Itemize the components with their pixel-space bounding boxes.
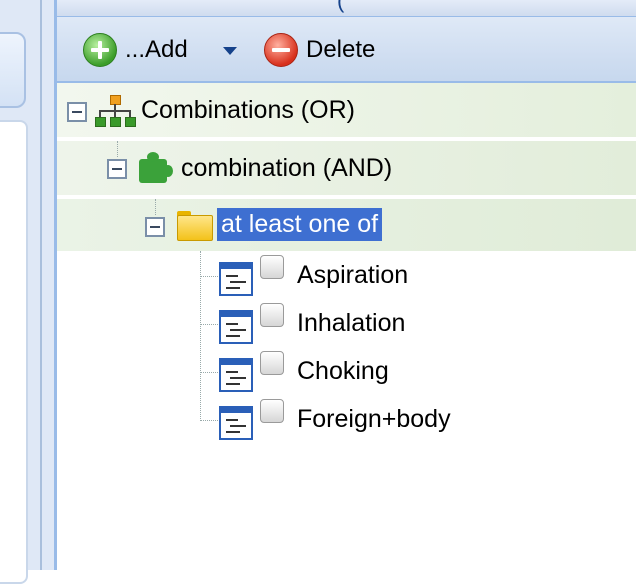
add-icon: [83, 33, 117, 67]
item-label: Inhalation: [297, 309, 406, 337]
list-item[interactable]: Aspiration: [57, 253, 636, 301]
add-button[interactable]: ...Add: [83, 33, 188, 67]
toolbar: ...Add Delete: [57, 17, 636, 83]
tree-node-group-label: at least one of: [217, 208, 383, 241]
left-panel: [0, 0, 42, 584]
item-checkbox[interactable]: [260, 399, 284, 423]
left-panel-tab[interactable]: [0, 32, 26, 108]
panel-header: (: [57, 0, 636, 17]
delete-icon: [264, 33, 298, 67]
item-label: Aspiration: [297, 261, 409, 289]
tree-node-group[interactable]: at least one of: [57, 199, 636, 251]
add-button-label: ...Add: [125, 36, 188, 63]
delete-button-label: Delete: [306, 36, 376, 63]
splitter[interactable]: [42, 0, 54, 570]
tree-node-combination[interactable]: combination (AND): [57, 141, 636, 195]
item-checkbox[interactable]: [260, 303, 284, 327]
list-item[interactable]: Inhalation: [57, 301, 636, 349]
panel-header-title: (: [337, 0, 345, 13]
tree-node-root[interactable]: Combinations (OR): [57, 83, 636, 137]
item-label: Foreign+body: [297, 405, 451, 433]
item-checkbox[interactable]: [260, 255, 284, 279]
condition-tree: Combinations (OR) combination (AND) at l…: [57, 83, 636, 570]
list-item[interactable]: Foreign+body: [57, 397, 636, 445]
tree-node-root-label: Combinations (OR): [141, 96, 355, 124]
item-checkbox[interactable]: [260, 351, 284, 375]
collapse-icon[interactable]: [145, 217, 165, 237]
document-icon: [219, 262, 253, 296]
hierarchy-icon: [95, 95, 136, 129]
collapse-icon[interactable]: [67, 102, 87, 122]
left-panel-body: [0, 120, 28, 584]
item-label: Choking: [297, 357, 389, 385]
document-icon: [219, 406, 253, 440]
document-icon: [219, 358, 253, 392]
folder-icon: [177, 211, 213, 241]
list-item[interactable]: Choking: [57, 349, 636, 397]
collapse-icon[interactable]: [107, 159, 127, 179]
puzzle-icon: [137, 151, 173, 187]
delete-button[interactable]: Delete: [264, 33, 375, 67]
document-icon: [219, 310, 253, 344]
tree-node-combination-label: combination (AND): [181, 154, 393, 182]
add-dropdown-arrow-icon[interactable]: [223, 47, 237, 55]
